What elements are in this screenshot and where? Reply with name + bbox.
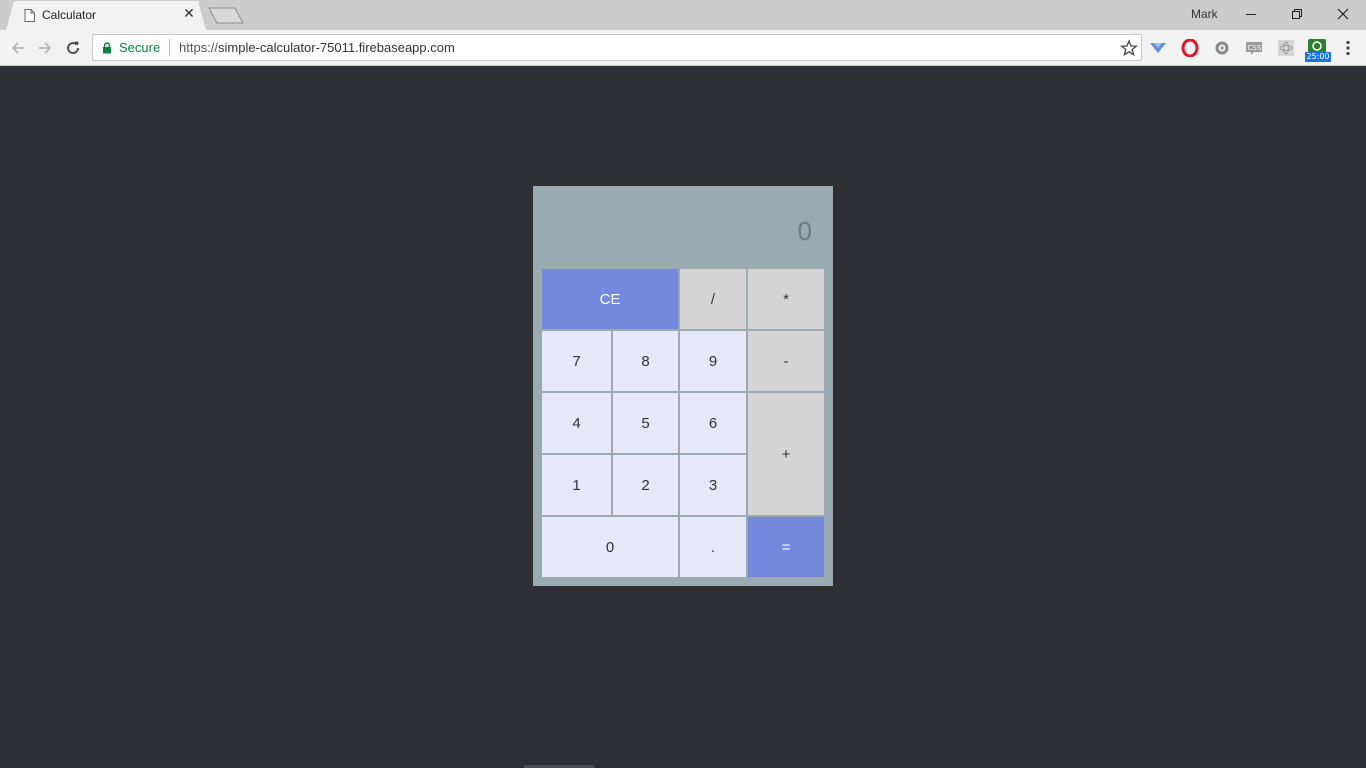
secure-label: Secure (119, 40, 161, 55)
reload-button[interactable] (62, 37, 84, 59)
tab-calculator[interactable]: Calculator ✕ (6, 1, 206, 30)
arrow-right-icon (39, 42, 52, 54)
close-window-button[interactable] (1320, 0, 1366, 28)
document-icon (24, 9, 35, 22)
extension-opera-icon[interactable] (1180, 38, 1200, 58)
new-tab-button[interactable] (208, 7, 244, 24)
divide-button[interactable]: / (680, 269, 746, 329)
digit-2-button[interactable]: 2 (613, 455, 678, 515)
url-protocol: https:// (179, 40, 219, 55)
restore-button[interactable] (1274, 0, 1320, 28)
equals-button[interactable]: = (748, 517, 824, 577)
url-text[interactable]: https://simple-calculator-75011.firebase… (179, 40, 455, 55)
more-vertical-icon (1346, 40, 1350, 56)
calculator-display: 0 (533, 186, 833, 268)
multiply-button[interactable]: * (748, 269, 824, 329)
clear-button[interactable]: CE (542, 269, 678, 329)
css-icon: CSS (1246, 42, 1262, 55)
minus-button[interactable]: - (748, 331, 824, 391)
url-host: simple-calculator-75011.firebaseapp.com (218, 40, 455, 55)
tab-title: Calculator (42, 8, 97, 22)
digit-6-button[interactable]: 6 (680, 393, 746, 453)
svg-text:CSS: CSS (1248, 44, 1262, 52)
minimize-button[interactable] (1228, 0, 1274, 28)
extension-download-icon[interactable] (1148, 38, 1168, 58)
restore-icon (1292, 9, 1302, 19)
timer-badge: 25:00 (1305, 52, 1331, 62)
arrow-left-icon (11, 42, 24, 54)
triangle-icon (1150, 43, 1166, 53)
bookmark-star-icon[interactable] (1120, 39, 1138, 57)
forward-button[interactable] (34, 37, 56, 59)
digit-8-button[interactable]: 8 (613, 331, 678, 391)
digit-3-button[interactable]: 3 (680, 455, 746, 515)
opera-icon (1181, 39, 1199, 57)
omnibox-divider (169, 39, 170, 56)
extension-puzzle-icon[interactable] (1212, 38, 1232, 58)
calculator: 0 CE / * 7 8 9 - 4 5 6 + 1 2 3 0 . = (533, 186, 833, 586)
digit-9-button[interactable]: 9 (680, 331, 746, 391)
browser-titlebar: Calculator ✕ Mark (0, 0, 1366, 30)
decimal-button[interactable]: . (680, 517, 746, 577)
browser-menu-button[interactable] (1338, 38, 1358, 58)
tab-close-icon[interactable]: ✕ (182, 7, 196, 21)
reload-icon (67, 41, 79, 54)
gear-icon (1215, 41, 1229, 55)
plus-button[interactable]: + (748, 393, 824, 515)
extension-css-icon[interactable]: CSS (1244, 38, 1264, 58)
minimize-icon (1246, 14, 1256, 15)
browser-toolbar: Secure https://simple-calculator-75011.f… (0, 30, 1366, 66)
digit-7-button[interactable]: 7 (542, 331, 611, 391)
digit-1-button[interactable]: 1 (542, 455, 611, 515)
display-value: 0 (797, 216, 812, 246)
digit-4-button[interactable]: 4 (542, 393, 611, 453)
close-icon (1337, 8, 1349, 20)
profile-name[interactable]: Mark (1191, 7, 1218, 21)
lock-icon (103, 42, 111, 54)
digit-5-button[interactable]: 5 (613, 393, 678, 453)
extension-react-icon[interactable] (1276, 38, 1296, 58)
digit-0-button[interactable]: 0 (542, 517, 678, 577)
address-bar[interactable]: Secure https://simple-calculator-75011.f… (92, 34, 1142, 61)
atom-icon (1278, 40, 1294, 56)
back-button[interactable] (7, 37, 29, 59)
